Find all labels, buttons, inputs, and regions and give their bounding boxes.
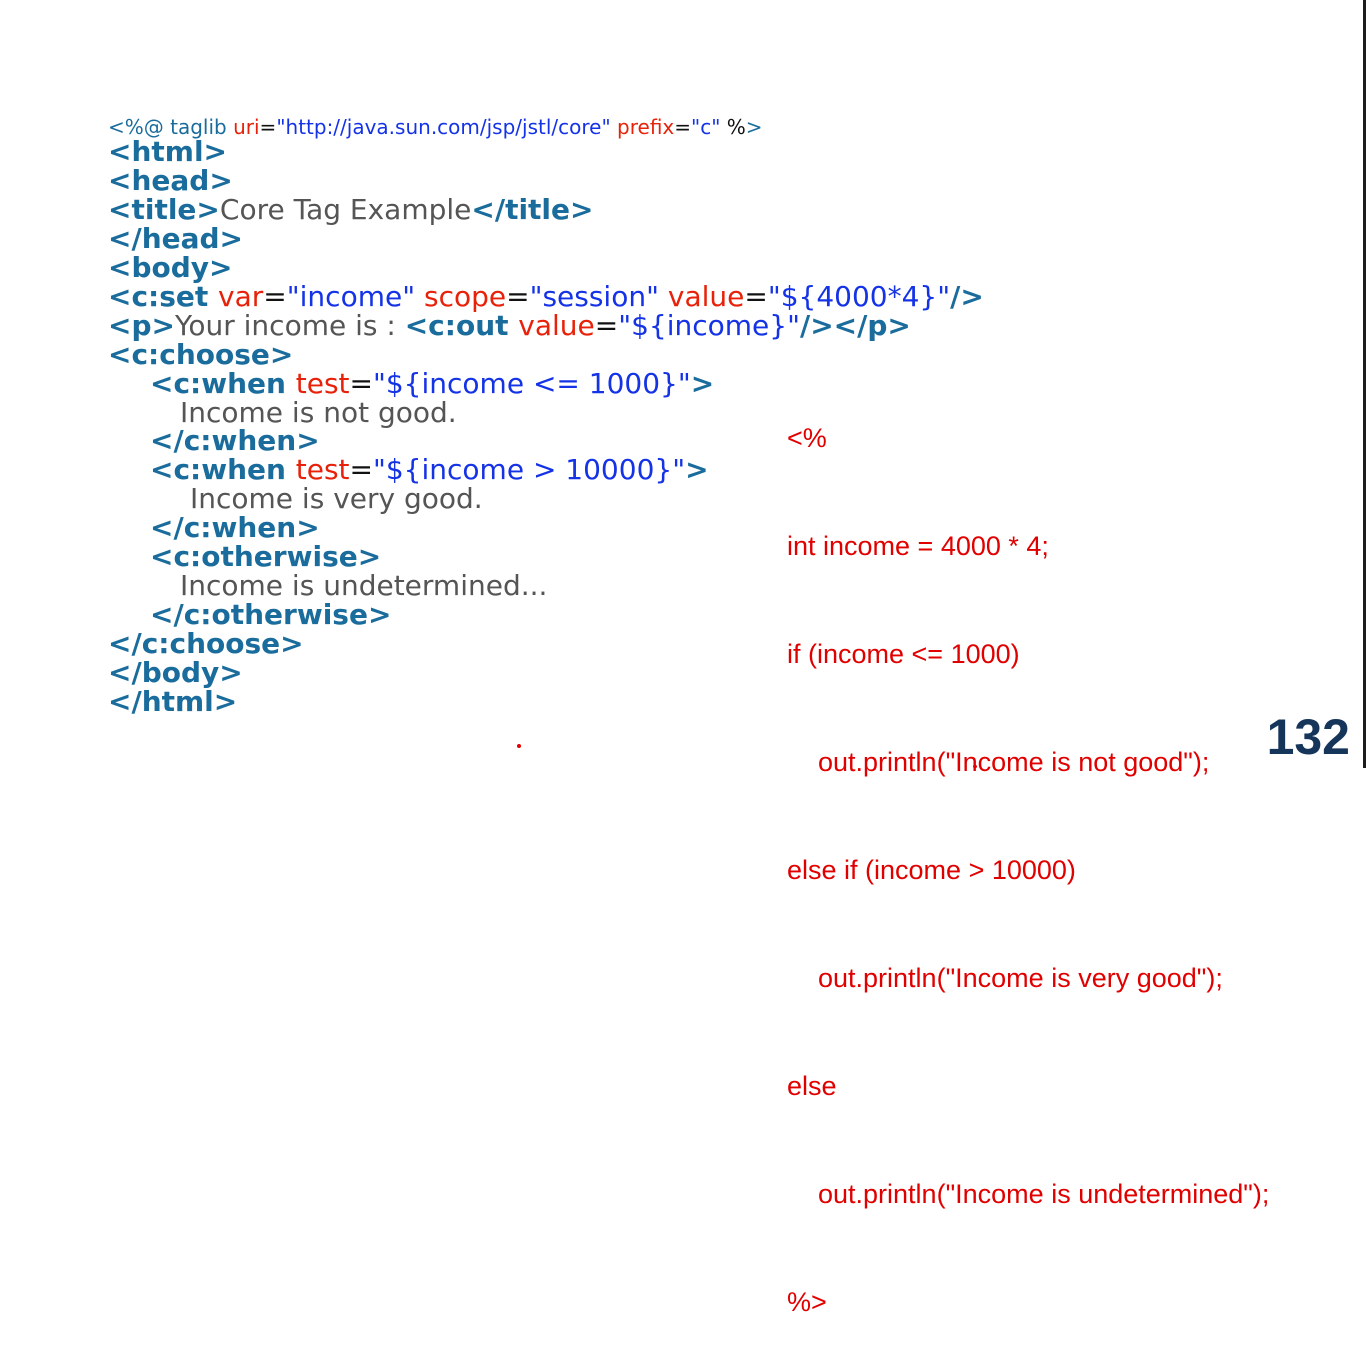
- java-line: out.println("Income is very good");: [803, 963, 1223, 993]
- body-close-tag: </body>: [108, 656, 243, 689]
- otherwise-open-tag: <c:otherwise>: [150, 540, 382, 573]
- head-close-tag: </head>: [108, 222, 244, 255]
- java-line: %>: [787, 1287, 827, 1317]
- body-open-tag: <body>: [108, 251, 233, 284]
- when1-close-tag: </c:when>: [150, 424, 320, 457]
- html-open-tag: <html>: [108, 135, 228, 168]
- choose-open-tag: <c:choose>: [108, 338, 294, 371]
- paragraph-line: <p>Your income is : <c:out value="${inco…: [108, 309, 911, 342]
- java-line: out.println("Income is not good");: [803, 747, 1210, 777]
- taglib-directive: <%@ taglib uri="http://java.sun.com/jsp/…: [108, 115, 763, 139]
- when2-text: Income is very good.: [190, 482, 483, 515]
- choose-close-tag: </c:choose>: [108, 627, 304, 660]
- page-number: 132: [1266, 709, 1350, 765]
- otherwise-text: Income is undetermined...: [180, 569, 548, 602]
- when1-open-line: <c:when test="${income <= 1000}">: [150, 367, 715, 400]
- when1-text: Income is not good.: [180, 396, 457, 429]
- java-line: <%: [787, 423, 827, 453]
- title-line: <title>Core Tag Example</title>: [108, 193, 594, 226]
- red-dot-decoration: [517, 744, 521, 748]
- java-line: out.println("Income is undetermined");: [803, 1179, 1270, 1209]
- java-line: if (income <= 1000): [787, 639, 1020, 669]
- when2-close-tag: </c:when>: [150, 511, 320, 544]
- java-line: int income = 4000 * 4;: [787, 531, 1049, 561]
- head-open-tag: <head>: [108, 164, 233, 197]
- java-line: else: [787, 1071, 837, 1101]
- html-close-tag: </html>: [108, 685, 238, 718]
- otherwise-close-tag: </c:otherwise>: [150, 598, 392, 631]
- java-line: else if (income > 10000): [787, 855, 1076, 885]
- c-set-line: <c:set var="income" scope="session" valu…: [108, 280, 984, 313]
- when2-open-line: <c:when test="${income > 10000}">: [150, 453, 709, 486]
- java-equivalent-code: <% int income = 4000 * 4; if (income <= …: [787, 348, 1269, 1356]
